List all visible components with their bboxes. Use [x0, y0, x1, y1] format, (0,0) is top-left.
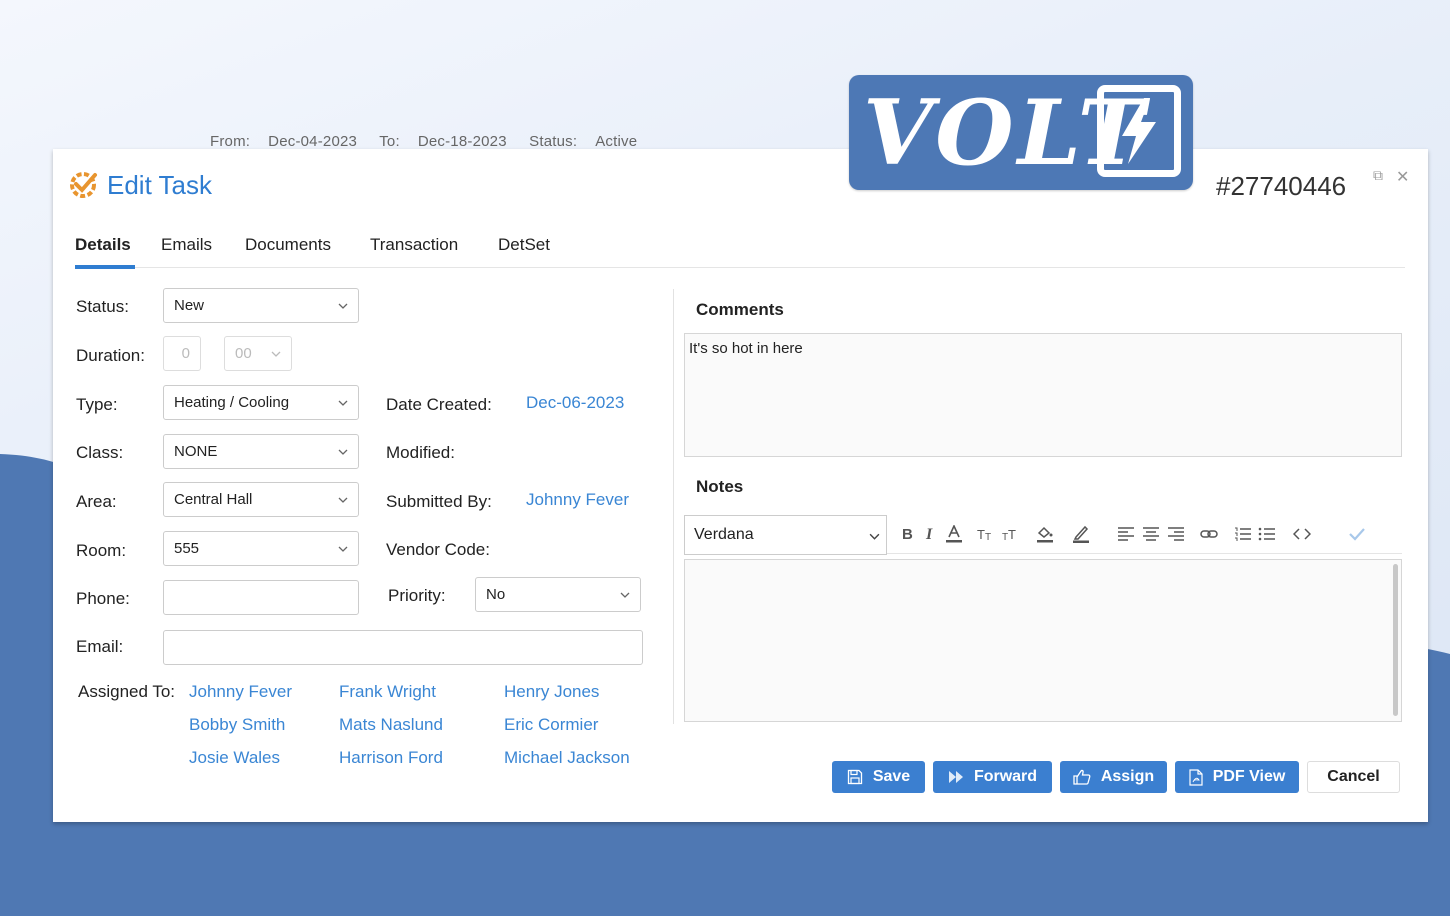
close-icon[interactable]: ✕	[1396, 167, 1409, 187]
align-right-icon[interactable]	[1167, 525, 1185, 543]
bold-icon[interactable]: B	[898, 525, 916, 543]
duration-minutes-select[interactable]: 00	[224, 336, 292, 371]
chevron-down-icon	[338, 546, 348, 552]
ordered-list-icon[interactable]	[1234, 525, 1252, 543]
volt-logo: VOLT	[849, 75, 1193, 190]
chevron-down-icon	[869, 533, 880, 540]
fast-forward-icon	[948, 771, 963, 783]
pdf-file-icon	[1189, 768, 1203, 786]
svg-text:T: T	[985, 532, 991, 543]
svg-text:B: B	[902, 526, 913, 543]
font-family-select[interactable]: Verdana	[684, 515, 887, 555]
tab-emails[interactable]: Emails	[161, 235, 212, 255]
svg-text:T: T	[1008, 527, 1016, 542]
priority-select[interactable]: No	[475, 577, 641, 612]
email-label: Email:	[76, 637, 124, 656]
dialog-header: Edit Task	[67, 169, 212, 201]
column-divider	[673, 289, 674, 724]
chevron-down-icon	[338, 497, 348, 503]
task-id: #27740446	[1216, 171, 1347, 201]
assigned-to-label: Assigned To:	[78, 682, 176, 701]
type-select[interactable]: Heating / Cooling	[163, 385, 359, 420]
email-input[interactable]	[163, 630, 643, 665]
vendor-code-label: Vendor Code:	[386, 540, 490, 559]
lightning-bolt-icon	[1097, 85, 1181, 177]
pdf-view-button[interactable]: PDF View	[1175, 761, 1299, 793]
code-view-icon[interactable]	[1293, 525, 1311, 543]
area-select[interactable]: Central Hall	[163, 482, 359, 517]
class-select[interactable]: NONE	[163, 434, 359, 469]
font-size-decrease-icon[interactable]: TT	[977, 525, 995, 543]
notes-editor[interactable]	[684, 559, 1402, 722]
assignee-link[interactable]: Mats Naslund	[339, 715, 443, 735]
comments-title: Comments	[696, 300, 784, 319]
assignee-link[interactable]: Bobby Smith	[189, 715, 285, 735]
notes-editor-toolbar: Verdana B I TT TT	[684, 511, 1402, 555]
save-button[interactable]: Save	[832, 761, 925, 793]
type-label: Type:	[76, 395, 118, 414]
area-label: Area:	[76, 492, 117, 511]
active-tab-indicator	[75, 265, 135, 269]
duration-hours-input[interactable]: 0	[163, 336, 201, 371]
dialog-title: Edit Task	[107, 169, 213, 200]
chevron-down-icon	[338, 400, 348, 406]
chevron-down-icon	[620, 592, 630, 598]
task-check-icon	[70, 172, 97, 198]
submitted-by-label: Submitted By:	[386, 492, 492, 511]
notes-scrollbar[interactable]	[1393, 564, 1398, 716]
room-select[interactable]: 555	[163, 531, 359, 566]
date-created-value: Dec-06-2023	[526, 393, 625, 412]
assignee-link[interactable]: Henry Jones	[504, 682, 599, 702]
tab-details[interactable]: Details	[75, 235, 135, 269]
priority-label: Priority:	[388, 586, 446, 605]
duration-label: Duration:	[76, 346, 145, 365]
font-size-increase-icon[interactable]: TT	[1002, 525, 1020, 543]
status-select[interactable]: New	[163, 288, 359, 323]
date-created-label: Date Created:	[386, 395, 492, 414]
restore-icon[interactable]: ⧉	[1373, 167, 1383, 184]
assignee-link[interactable]: Michael Jackson	[504, 748, 630, 768]
align-center-icon[interactable]	[1142, 525, 1160, 543]
link-icon[interactable]	[1200, 525, 1218, 543]
italic-icon[interactable]: I	[921, 525, 939, 543]
phone-label: Phone:	[76, 589, 130, 608]
svg-text:I: I	[925, 526, 933, 543]
assignee-link[interactable]: Eric Cormier	[504, 715, 598, 735]
chevron-down-icon	[338, 449, 348, 455]
modified-label: Modified:	[386, 443, 455, 462]
tab-documents[interactable]: Documents	[245, 235, 331, 255]
tab-bar: Details Emails Documents Transaction Det…	[75, 233, 1405, 269]
forward-button[interactable]: Forward	[933, 761, 1052, 793]
tab-transaction[interactable]: Transaction	[370, 235, 458, 255]
status-label: Status:	[76, 297, 129, 316]
tab-detset[interactable]: DetSet	[498, 235, 550, 255]
assign-button[interactable]: Assign	[1060, 761, 1167, 793]
svg-text:T: T	[977, 527, 985, 542]
check-icon[interactable]	[1348, 525, 1366, 543]
text-color-icon[interactable]	[945, 525, 963, 543]
chevron-down-icon	[271, 351, 281, 357]
comments-textarea[interactable]: It's so hot in here	[684, 333, 1402, 457]
phone-input[interactable]	[163, 580, 359, 615]
room-label: Room:	[76, 541, 127, 560]
fill-color-icon[interactable]	[1036, 525, 1054, 543]
assignee-link[interactable]: Frank Wright	[339, 682, 436, 702]
assignee-link[interactable]: Johnny Fever	[189, 682, 292, 702]
submitted-by-link[interactable]: Johnny Fever	[526, 490, 629, 510]
chevron-down-icon	[338, 303, 348, 309]
thumbs-up-icon	[1073, 769, 1091, 785]
cancel-button[interactable]: Cancel	[1307, 761, 1400, 793]
align-left-icon[interactable]	[1117, 525, 1135, 543]
highlight-pen-icon[interactable]	[1072, 525, 1090, 543]
class-label: Class:	[76, 443, 124, 462]
bullet-list-icon[interactable]	[1258, 525, 1276, 543]
save-icon	[847, 769, 862, 785]
assignee-link[interactable]: Josie Wales	[189, 748, 280, 768]
assignee-link[interactable]: Harrison Ford	[339, 748, 443, 768]
edit-task-dialog: Edit Task #27740446 ⧉ ✕ Details Emails D…	[53, 149, 1428, 822]
notes-title: Notes	[696, 477, 744, 496]
